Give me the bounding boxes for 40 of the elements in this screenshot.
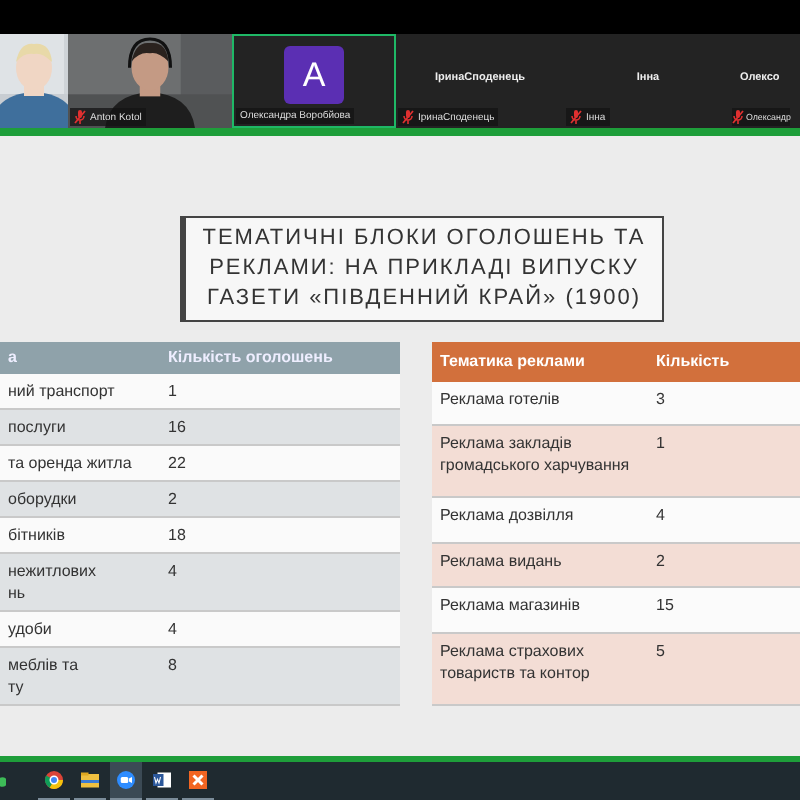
table-cell: 4: [648, 497, 800, 543]
avatar-letter: A: [284, 46, 344, 104]
table-cell: Реклама магазинів: [432, 587, 648, 633]
table-cell: Реклама закладів громадського харчування: [432, 425, 648, 498]
taskbar-button[interactable]: [110, 762, 142, 800]
table-cell: Реклама видань: [432, 542, 648, 588]
tool-icon: [186, 768, 210, 792]
table-cell: меблів та ту: [0, 647, 160, 705]
table-cell: оборудки: [0, 481, 160, 517]
table-cell: удоби: [0, 611, 160, 647]
table-cell: 8: [160, 647, 400, 705]
table-cell: 2: [160, 481, 400, 517]
table-cell: 3: [648, 381, 800, 426]
table-cell: ний транспорт: [0, 374, 160, 409]
table-cell: та оренда житла: [0, 445, 160, 481]
table-cell: послуги: [0, 409, 160, 445]
column-header: Тематика реклами: [432, 342, 648, 382]
table-cell: 15: [648, 587, 800, 633]
table-cell: 22: [160, 445, 400, 481]
meeting-icon: [114, 768, 138, 792]
table-cell: 4: [160, 553, 400, 611]
table-cell: 2: [648, 542, 800, 588]
table-cell: 1: [648, 425, 800, 498]
column-header: Кількість оголошень: [160, 342, 400, 374]
table-cell: Реклама готелів: [432, 381, 648, 426]
slide-title: ТЕМАТИЧНІ БЛОКИ ОГОЛОШЕНЬ ТА РЕКЛАМИ: НА ПРИКЛАДІ ВИПУСКУ ГАЗЕТИ «ПІВДЕННИЙ КРАЙ» (1900): [180, 216, 664, 322]
word-icon: [150, 768, 174, 792]
table-cell: 5: [648, 632, 800, 705]
table-cell: нежитлових нь: [0, 553, 160, 611]
folder-icon: [78, 768, 102, 792]
table-cell: 18: [160, 517, 400, 553]
column-header: а: [0, 342, 160, 374]
column-header: Кількість: [648, 342, 800, 382]
table-cell: 1: [160, 374, 400, 409]
browser-icon: [42, 768, 66, 792]
table-cell: 16: [160, 409, 400, 445]
table-cell: Реклама страхових товариств та контор: [432, 632, 648, 705]
table-cell: Реклама дозвілля: [432, 497, 648, 543]
table-cell: 4: [160, 611, 400, 647]
table-cell: бітників: [0, 517, 160, 553]
